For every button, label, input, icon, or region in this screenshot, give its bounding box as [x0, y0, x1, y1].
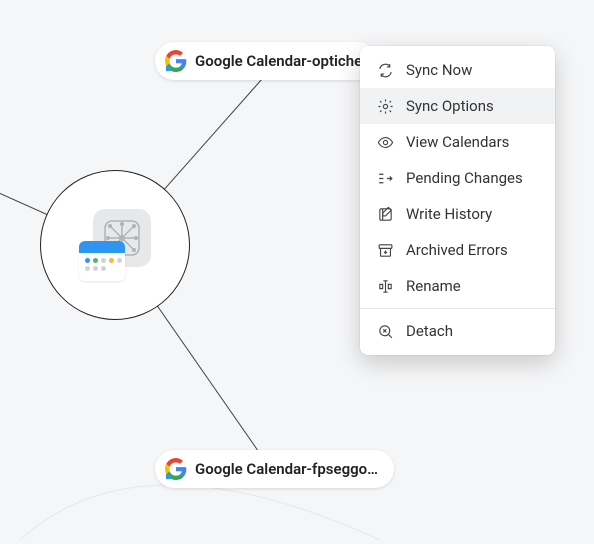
- archive-icon: [376, 241, 394, 259]
- menu-item-rename[interactable]: Rename: [360, 268, 555, 304]
- history-icon: [376, 205, 394, 223]
- menu-item-label: Sync Options: [406, 97, 494, 115]
- menu-item-write-history[interactable]: Write History: [360, 196, 555, 232]
- gear-icon: [376, 97, 394, 115]
- menu-item-label: View Calendars: [406, 133, 509, 151]
- menu-item-sync-options[interactable]: Sync Options: [360, 88, 555, 124]
- graph-canvas[interactable]: Google Calendar-optiche Google Calendar-…: [0, 0, 594, 544]
- node-label: Google Calendar-fpseggo…: [195, 460, 378, 478]
- detach-icon: [376, 322, 394, 340]
- google-icon: [165, 50, 187, 72]
- node-google-calendar-top[interactable]: Google Calendar-optiche: [155, 42, 378, 80]
- node-google-calendar-bottom[interactable]: Google Calendar-fpseggo…: [155, 450, 394, 488]
- menu-item-label: Archived Errors: [406, 241, 508, 259]
- menu-item-archived-errors[interactable]: Archived Errors: [360, 232, 555, 268]
- menu-item-label: Rename: [406, 277, 461, 295]
- menu-item-label: Detach: [406, 322, 453, 340]
- menu-item-label: Sync Now: [406, 61, 472, 79]
- menu-separator: [360, 308, 555, 309]
- calendar-icon: [79, 241, 125, 281]
- sync-icon: [376, 61, 394, 79]
- hub-node[interactable]: [40, 170, 190, 320]
- menu-item-sync-now[interactable]: Sync Now: [360, 52, 555, 88]
- menu-item-pending-changes[interactable]: Pending Changes: [360, 160, 555, 196]
- rename-icon: [376, 277, 394, 295]
- context-menu: Sync Now Sync Options View Calendars Pen…: [360, 46, 555, 355]
- pending-icon: [376, 169, 394, 187]
- hub-icon: [79, 209, 151, 281]
- menu-item-view-calendars[interactable]: View Calendars: [360, 124, 555, 160]
- google-icon: [165, 458, 187, 480]
- eye-icon: [376, 133, 394, 151]
- menu-item-detach[interactable]: Detach: [360, 313, 555, 349]
- node-label: Google Calendar-optiche: [195, 52, 362, 70]
- menu-item-label: Pending Changes: [406, 169, 523, 187]
- menu-item-label: Write History: [406, 205, 492, 223]
